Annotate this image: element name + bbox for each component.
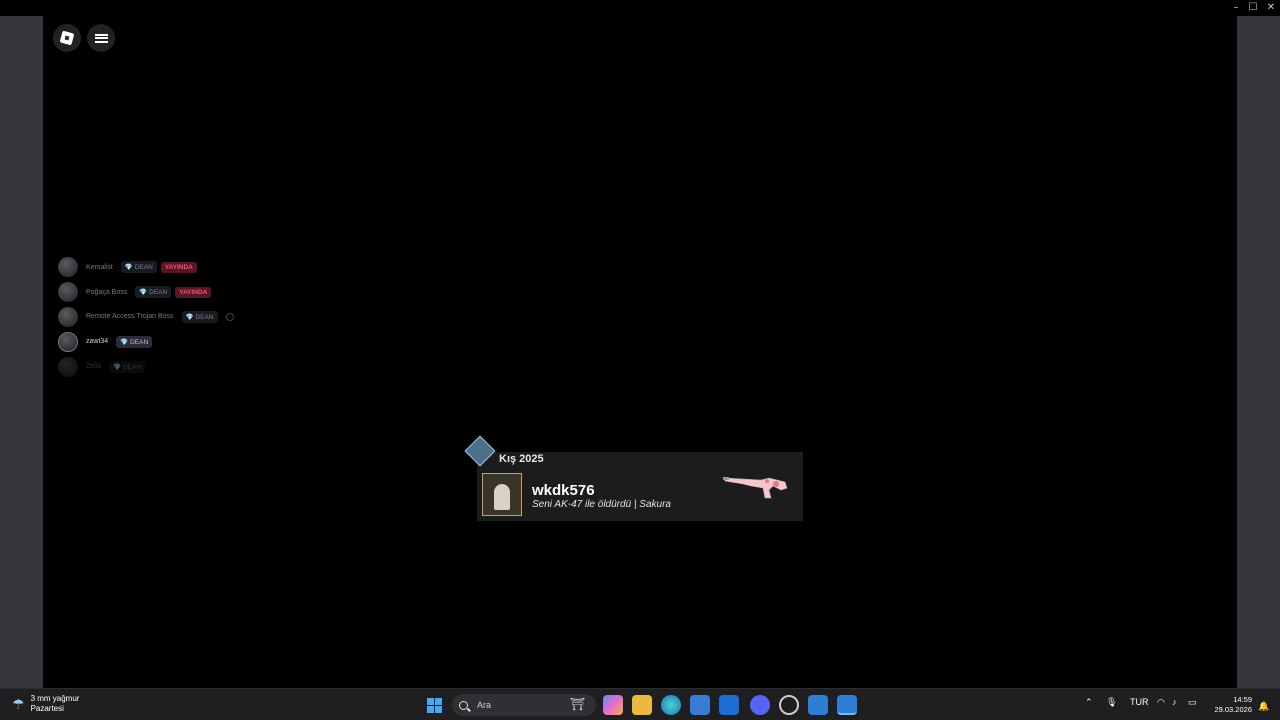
rank-badge: 💎 DEAN (116, 335, 153, 348)
discord-icon[interactable] (750, 695, 770, 715)
avatar (58, 306, 78, 327)
clock[interactable]: 14:59 29.03.2026 (1212, 695, 1252, 715)
player-row[interactable]: Zella 💎 DEAN (58, 354, 258, 379)
notification-bell-icon[interactable]: 🔔 (1258, 701, 1269, 712)
start-button[interactable] (424, 695, 444, 715)
windows-logo-icon (426, 697, 442, 713)
rank-badge: 💎 DEAN (181, 310, 218, 323)
search-icon (459, 700, 468, 710)
ak47-weapon-icon (723, 477, 788, 499)
roblox-logo-icon (59, 30, 75, 46)
show-hidden-icons-chevron-icon[interactable]: ⌃ (1085, 697, 1093, 708)
rank-badge: 💎 DEAN (120, 261, 157, 274)
weather-day: Pazartesi (30, 704, 64, 713)
search-highlight-icon: ⛩ (570, 697, 586, 711)
input-language[interactable]: TUR (1130, 697, 1149, 707)
player-name: Zella (86, 363, 102, 371)
rank-badge: 💎 DEAN (109, 360, 146, 373)
avatar (58, 282, 78, 303)
search-placeholder: Ara (477, 700, 492, 710)
player-name: zawt34 (86, 338, 109, 346)
volume-icon[interactable]: ♪ (1172, 697, 1177, 707)
copilot-icon[interactable] (603, 695, 623, 715)
killer-name: wkdk576 (532, 482, 595, 499)
steam-icon[interactable] (779, 695, 799, 715)
hamburger-icon (94, 33, 108, 43)
killer-avatar (482, 473, 522, 516)
file-explorer-icon[interactable] (632, 695, 652, 715)
status-dot-icon (225, 312, 234, 321)
player-name: Poğaça Boss (86, 288, 128, 296)
live-badge: YAYINDA (160, 261, 197, 273)
avatar (58, 257, 78, 278)
player-row[interactable]: Remote Access Trojan Boss 💎 DEAN (58, 305, 258, 330)
live-badge: YAYINDA (175, 286, 212, 298)
wifi-icon[interactable]: ◠ (1157, 697, 1165, 708)
player-name: Kemalist (86, 263, 113, 271)
close-button[interactable]: ✕ (1261, 0, 1280, 16)
player-row[interactable]: Poğaça Boss 💎 DEAN YAYINDA (58, 280, 258, 305)
clock-time: 14:59 (1233, 695, 1252, 704)
player-row-self[interactable]: zawt34 💎 DEAN (58, 329, 258, 354)
season-label: Kış 2025 (499, 453, 544, 465)
battery-icon[interactable]: ▭ (1188, 697, 1197, 708)
player-list: Kemalist 💎 DEAN YAYINDA Poğaça Boss 💎 DE… (58, 255, 258, 379)
hamburger-menu-button[interactable] (87, 24, 115, 52)
weather-condition: 3 mm yağmur (30, 694, 80, 703)
edge-browser-icon[interactable] (661, 695, 681, 715)
app-icon-1[interactable] (808, 695, 828, 715)
roblox-menu-button[interactable] (53, 24, 81, 52)
player-name: Remote Access Trojan Boss (86, 313, 174, 321)
taskbar: ☂ 3 mm yağmur Pazartesi Ara ⛩ ⌃ 🎙 TUR ◠ … (0, 688, 1280, 720)
app-window: – ☐ ✕ Kemalist 💎 DEAN YAYINDA Poğaça Bos… (0, 0, 1280, 688)
mail-icon[interactable] (719, 695, 739, 715)
player-row[interactable]: Kemalist 💎 DEAN YAYINDA (58, 255, 258, 280)
taskbar-search[interactable]: Ara ⛩ (452, 694, 596, 716)
clock-date: 29.03.2026 (1214, 705, 1252, 714)
rank-badge: 💎 DEAN (135, 286, 172, 299)
maximize-button[interactable]: ☐ (1243, 0, 1263, 16)
app-icon-2-active[interactable] (837, 695, 857, 715)
kill-message: Seni AK-47 ile öldürdü | Sakura (532, 499, 671, 510)
avatar (58, 331, 78, 352)
game-viewport[interactable]: Kemalist 💎 DEAN YAYINDA Poğaça Boss 💎 DE… (43, 16, 1237, 688)
weather-widget[interactable]: ☂ 3 mm yağmur Pazartesi (12, 694, 79, 714)
rain-cloud-icon: ☂ (12, 695, 25, 712)
microsoft-store-icon[interactable] (690, 695, 710, 715)
microphone-icon[interactable]: 🎙 (1106, 697, 1117, 708)
title-bar: – ☐ ✕ (0, 0, 1280, 16)
avatar (58, 356, 78, 377)
